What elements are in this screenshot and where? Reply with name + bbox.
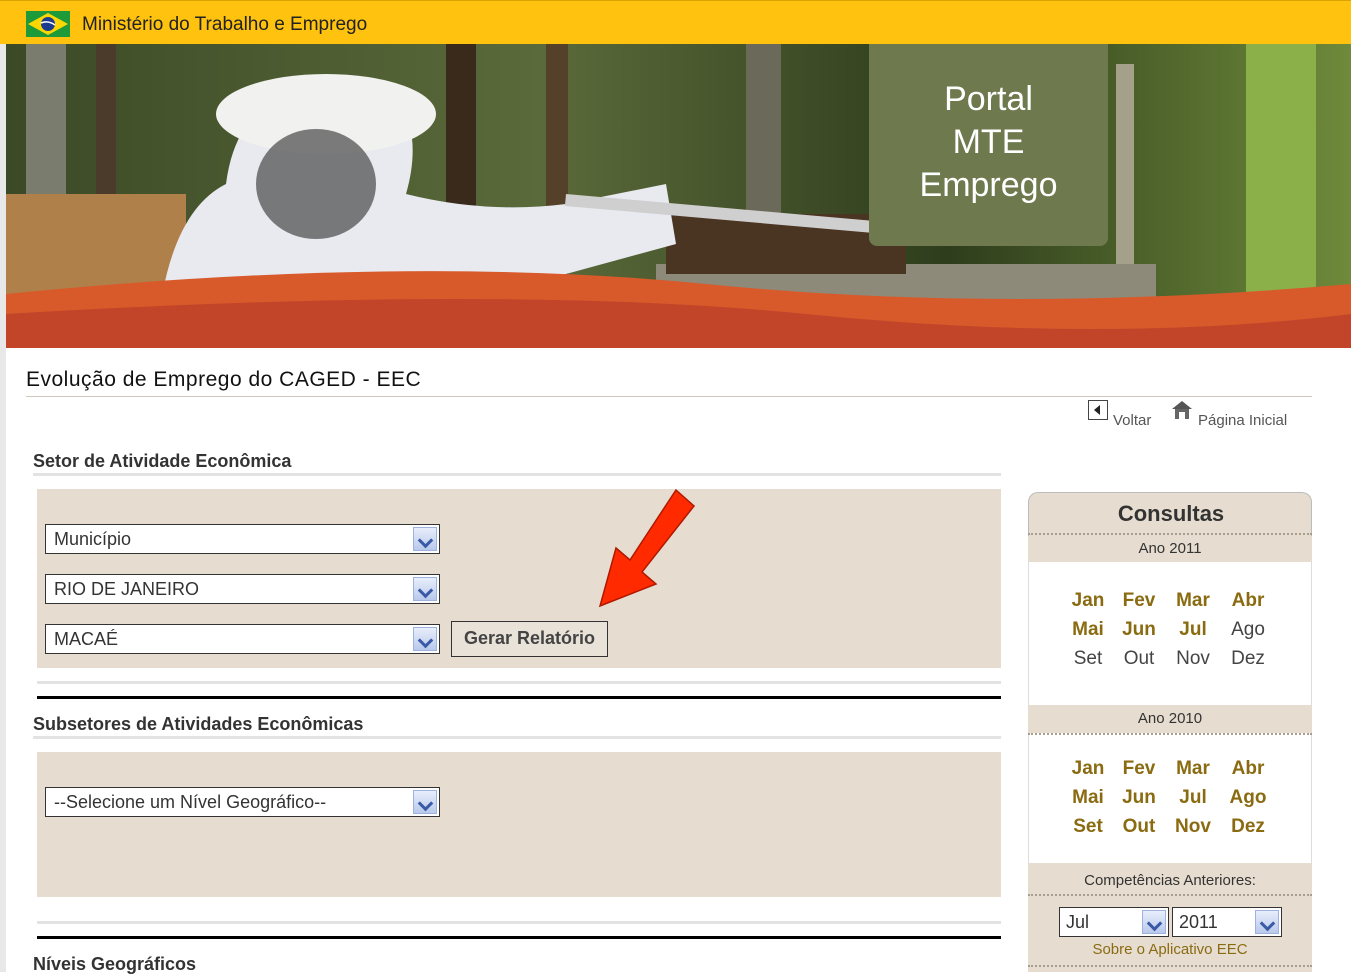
subsetores-section-title: Subsetores de Atividades Econômicas [33,714,364,734]
geo-level-select-value: --Selecione um Nível Geográfico-- [54,792,327,812]
title-divider [26,396,1312,397]
city-select[interactable]: MACAÉ [45,624,440,654]
chevron-down-icon[interactable] [1255,910,1279,934]
consultas-sidebar: Consultas Ano 2011 Jan Fev Mar Abr Mai J… [1028,492,1312,972]
beekeeper-photo [6,44,1351,348]
month-link[interactable]: Out [1115,816,1163,838]
banner-image: Portal MTE Emprego [6,44,1351,348]
month-label: Ago [1231,619,1265,640]
month-link[interactable]: Fev [1115,590,1163,612]
portal-line-3: Emprego [919,166,1058,204]
month-label: Dez [1231,648,1265,669]
chevron-down-icon[interactable] [413,577,437,601]
annotation-arrow-icon [598,488,696,608]
month-link[interactable]: Ago [1224,787,1272,809]
home-link[interactable]: Página Inicial [1198,412,1287,429]
period-year-select[interactable]: 2011 [1172,907,1282,937]
section-divider-thick-2 [37,936,1001,939]
previous-periods-label: Competências Anteriores: [1084,872,1256,889]
back-icon[interactable] [1088,400,1108,420]
section-divider-thin-2 [37,921,1001,924]
month-link[interactable]: Mai [1064,787,1112,809]
section-divider-thick [37,696,1001,699]
period-year-value: 2011 [1179,912,1218,932]
month-link[interactable]: Jun [1115,787,1163,809]
setor-title-rule [33,473,1001,476]
sidebar-title: Consultas [1117,501,1225,526]
chevron-down-icon[interactable] [1142,910,1166,934]
period-month-select[interactable]: Jul [1059,907,1169,937]
sidebar-dotted-divider [1028,965,1312,967]
chevron-down-icon[interactable] [413,627,437,651]
period-month-value: Jul [1066,912,1090,932]
portal-line-2: MTE [952,123,1025,161]
month-link[interactable]: Jul [1169,619,1217,641]
state-select-value: RIO DE JANEIRO [54,579,200,599]
level-select-value: Município [54,529,132,549]
month-link[interactable]: Jul [1169,787,1217,809]
about-app-link[interactable]: Sobre o Aplicativo EEC [1028,941,1312,958]
subsetores-title-rule [33,736,1001,739]
home-icon[interactable] [1171,400,1193,420]
geo-level-select[interactable]: --Selecione um Nível Geográfico-- [45,787,440,817]
ministry-bar: Ministério do Trabalho e Emprego [0,0,1351,44]
month-link[interactable]: Abr [1224,758,1272,780]
city-select-value: MACAÉ [54,629,119,649]
month-label: Set [1073,648,1103,669]
brazil-flag-icon [26,11,70,37]
month-link[interactable]: Mai [1064,619,1112,641]
chevron-down-icon[interactable] [413,790,437,814]
sidebar-header: Consultas [1028,492,1312,536]
month-link[interactable]: Fev [1115,758,1163,780]
section-divider-thin [37,681,1001,684]
month-link[interactable]: Dez [1224,816,1272,838]
back-link[interactable]: Voltar [1113,412,1151,429]
level-select[interactable]: Município [45,524,440,554]
month-link[interactable]: Nov [1169,816,1217,838]
ministry-name[interactable]: Ministério do Trabalho e Emprego [82,14,367,36]
year-2010-label: Ano 2010 [1028,705,1312,733]
page-title: Evolução de Emprego do CAGED - EEC [26,368,422,391]
year-2011-months: Jan Fev Mar Abr Mai Jun Jul Ago Set Out … [1028,562,1312,705]
month-label: Out [1123,648,1155,669]
year-2011-label: Ano 2011 [1028,536,1312,562]
portal-logo-box[interactable]: Portal MTE Emprego [869,44,1108,246]
month-link[interactable]: Jan [1064,758,1112,780]
chevron-down-icon[interactable] [413,527,437,551]
month-link[interactable]: Set [1064,816,1112,838]
generate-report-button[interactable]: Gerar Relatório [451,621,608,657]
sidebar-dotted-divider [1028,894,1312,896]
month-label: Nov [1176,648,1210,669]
state-select[interactable]: RIO DE JANEIRO [45,574,440,604]
month-link[interactable]: Abr [1224,590,1272,612]
subsetores-panel [37,752,1001,897]
portal-line-1: Portal [944,80,1033,118]
setor-section-title: Setor de Atividade Econômica [33,451,292,471]
sidebar-dotted-divider [1028,533,1312,535]
year-2010-months: Jan Fev Mar Abr Mai Jun Jul Ago Set Out … [1028,735,1312,863]
month-link[interactable]: Jun [1115,619,1163,641]
month-link[interactable]: Mar [1169,758,1217,780]
month-link[interactable]: Mar [1169,590,1217,612]
month-link[interactable]: Jan [1064,590,1112,612]
